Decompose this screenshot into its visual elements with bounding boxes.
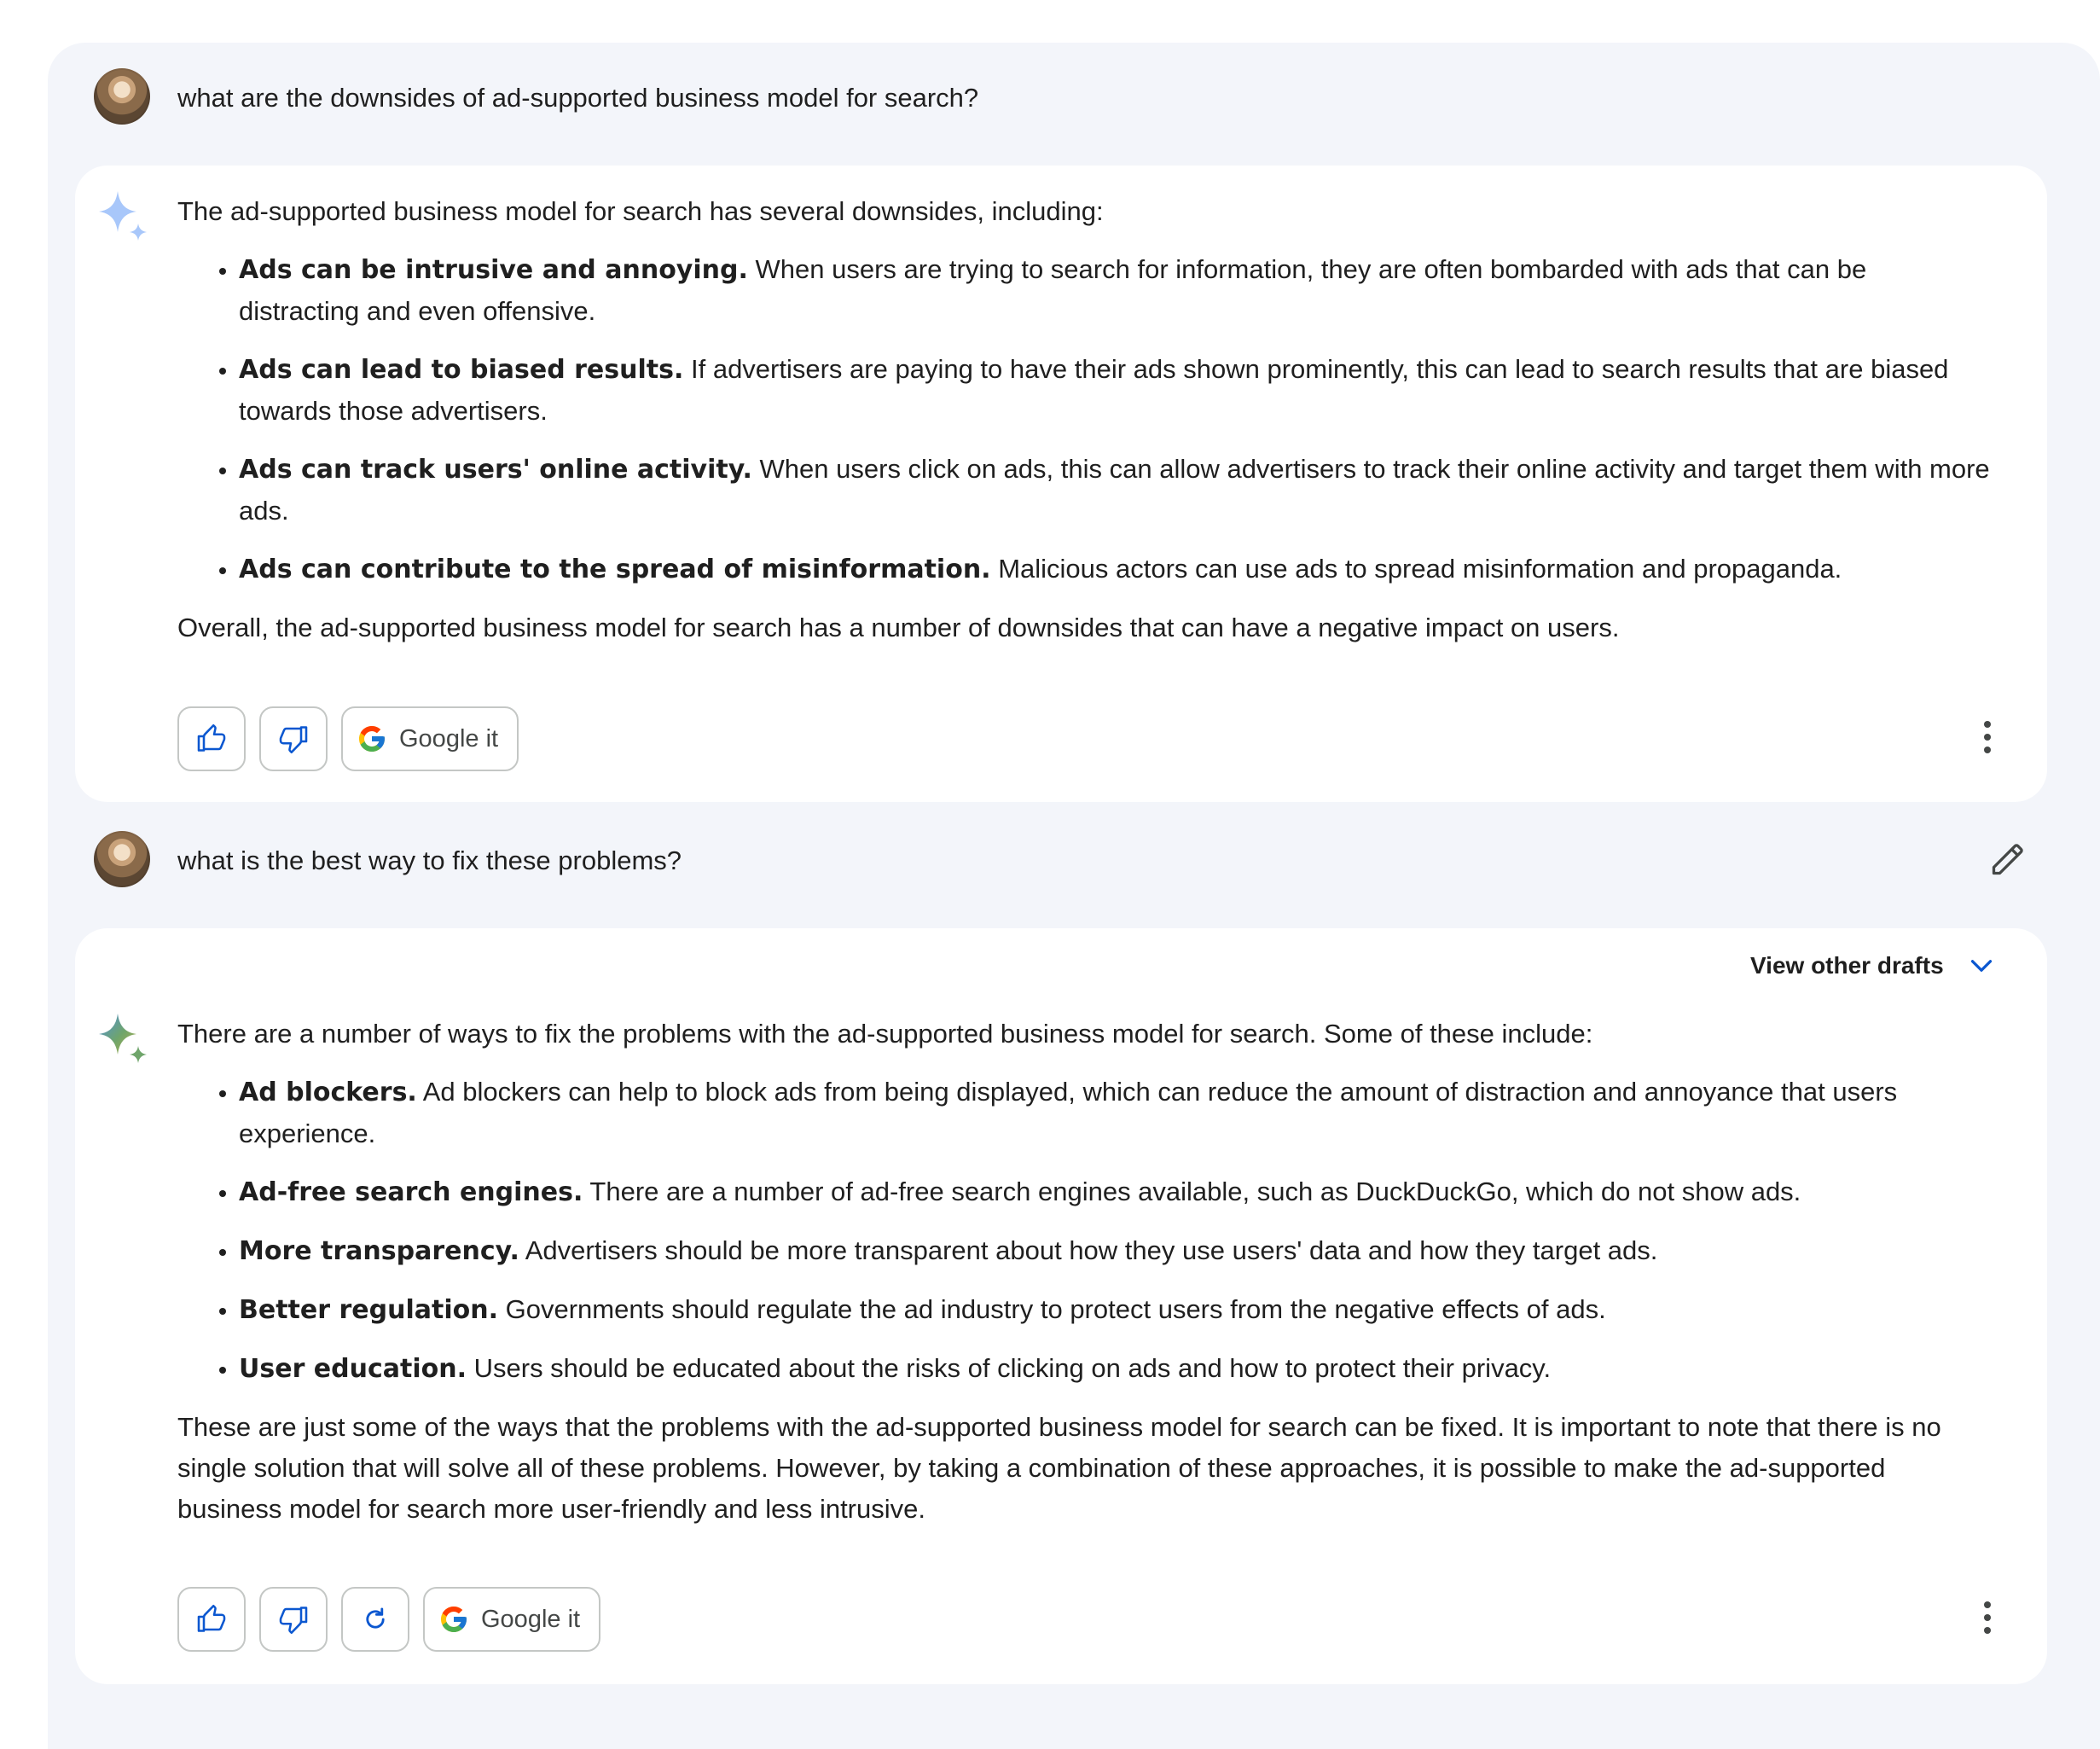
list-item-text: Advertisers should be more transparent a… [519,1235,1658,1265]
regenerate-button[interactable] [341,1587,409,1652]
thumbs-down-button[interactable] [259,1587,328,1652]
refresh-icon [366,1607,385,1629]
thumbs-down-icon [279,726,308,754]
response-conclusion: Overall, the ad-supported business model… [177,613,1620,642]
more-vertical-icon [1984,1601,1991,1608]
list-item: Ad blockers. Ad blockers can help to blo… [239,1072,1994,1154]
list-item-heading: Ads can lead to biased results. [239,355,684,385]
thumbs-down-button[interactable] [259,706,328,771]
list-item-heading: More transparency. [239,1236,519,1266]
user-avatar [94,831,150,887]
chevron-down-icon [1970,960,1992,972]
list-item: Ads can track users' online activity. Wh… [239,449,1994,532]
google-it-label: Google it [399,724,499,752]
user-prompt-text: what is the best way to fix these proble… [177,845,682,875]
response-body: There are a number of ways to fix the pr… [177,1014,1994,1530]
list-item-text: There are a number of ad-free search eng… [583,1177,1801,1206]
google-it-label: Google it [481,1605,581,1633]
list-item-heading: Ad-free search engines. [239,1177,583,1207]
more-vertical-icon [1984,721,1991,728]
list-item: Ads can be intrusive and annoying. When … [239,249,1994,332]
google-it-button[interactable]: Google it [423,1587,601,1652]
google-it-button[interactable]: Google it [341,706,519,771]
view-other-drafts-button[interactable]: View other drafts [1750,950,1997,981]
list-item: Better regulation. Governments should re… [239,1289,1994,1331]
view-other-drafts-label: View other drafts [1750,952,1944,979]
list-item-heading: Better regulation. [239,1295,498,1325]
response-list: Ads can be intrusive and annoying. When … [177,249,1994,590]
response-conclusion: These are just some of the ways that the… [177,1412,1941,1524]
list-item-heading: User education. [239,1354,467,1384]
response-list: Ad blockers. Ad blockers can help to blo… [177,1072,1994,1390]
list-item: Ads can contribute to the spread of misi… [239,549,1994,590]
list-item: Ad-free search engines. There are a numb… [239,1171,1994,1213]
pencil-icon[interactable] [1989,840,2027,878]
thumbs-up-button[interactable] [177,706,246,771]
list-item-text: Malicious actors can use ads to spread m… [990,554,1842,584]
list-item-heading: Ads can track users' online activity. [239,455,752,485]
list-item: Ads can lead to biased results. If adver… [239,349,1994,432]
response-body: The ad-supported business model for sear… [177,191,1994,648]
list-item-text: Ad blockers can help to block ads from b… [239,1077,1898,1148]
user-prompt-text: what are the downsides of ad-supported b… [177,83,979,113]
list-item-heading: Ads can contribute to the spread of misi… [239,555,991,584]
list-item-text: Users should be educated about the risks… [467,1353,1552,1383]
list-item-heading: Ads can be intrusive and annoying. [239,255,748,285]
google-g-icon [441,1607,467,1632]
thumbs-up-icon [197,723,226,752]
more-options-button[interactable] [1970,712,2004,763]
response-intro: There are a number of ways to fix the pr… [177,1019,1593,1049]
user-avatar [94,68,150,125]
sparkle-icon [99,1014,147,1063]
sparkle-icon [99,191,147,241]
thumbs-up-icon [197,1604,226,1632]
thumbs-down-icon [279,1607,308,1635]
thumbs-up-button[interactable] [177,1587,246,1652]
list-item: More transparency. Advertisers should be… [239,1230,1994,1272]
response-intro: The ad-supported business model for sear… [177,196,1104,226]
google-g-icon [359,726,385,752]
list-item-heading: Ad blockers. [239,1078,417,1107]
list-item-text: Governments should regulate the ad indus… [497,1294,1606,1324]
more-options-button[interactable] [1970,1592,2004,1643]
list-item: User education. Users should be educated… [239,1348,1994,1390]
